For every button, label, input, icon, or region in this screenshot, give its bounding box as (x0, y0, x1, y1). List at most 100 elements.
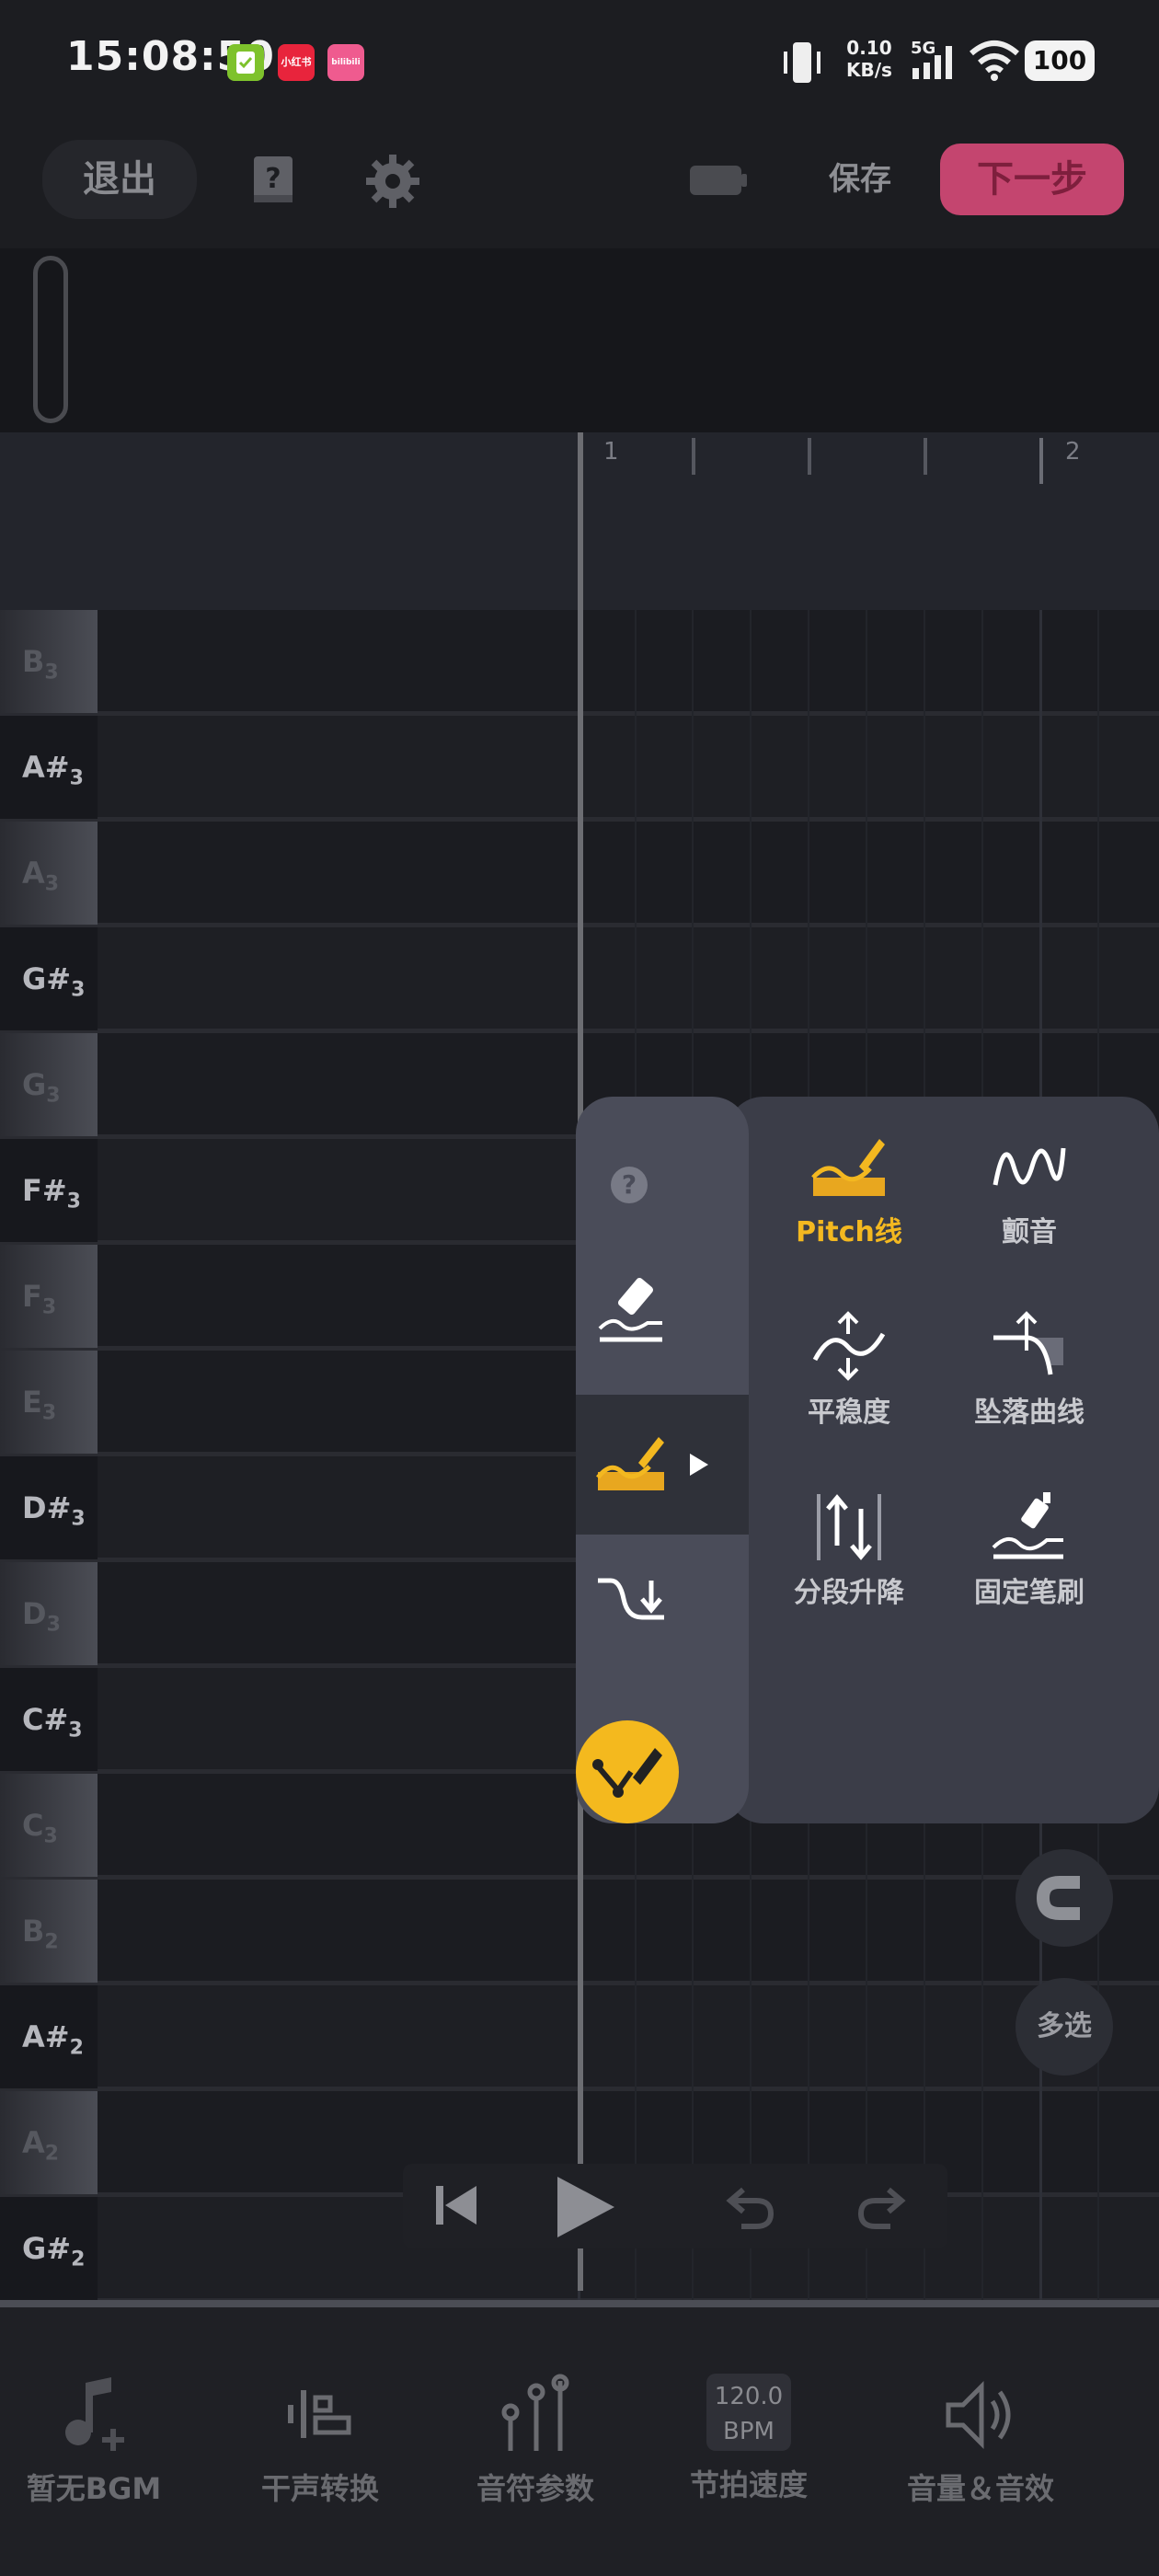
segment-raise-lower-icon (817, 1494, 881, 1560)
fixed-brush-icon (992, 1492, 1063, 1559)
key-octave: 3 (41, 1295, 57, 1319)
signal-label: 5G (911, 39, 935, 58)
piano-key[interactable]: A#3 (0, 716, 98, 819)
piano-key[interactable]: D3 (0, 1562, 98, 1665)
tempo-badge: 120.0 BPM (706, 2374, 791, 2451)
exit-button[interactable]: 退出 (42, 140, 197, 219)
nav-label: 干声转换 (260, 2471, 379, 2506)
overview-scroll-handle[interactable] (33, 256, 68, 423)
ruler-tick (1039, 438, 1043, 484)
key-octave: 3 (44, 661, 59, 684)
svg-text:?: ? (265, 163, 281, 195)
key-octave: 3 (66, 1190, 81, 1213)
piano-key[interactable]: B2 (0, 1880, 98, 1983)
piano-key[interactable]: B3 (0, 610, 98, 713)
key-note: G# (22, 961, 72, 996)
pitch-pen-tool-icon[interactable] (594, 1432, 668, 1496)
key-octave: 3 (68, 1719, 83, 1742)
curve-edit-fab[interactable] (576, 1720, 679, 1823)
tool-label: Pitch线 (796, 1216, 902, 1248)
piano-key[interactable]: A#2 (0, 1985, 98, 2088)
key-note: B (22, 644, 45, 679)
piano-key[interactable]: E3 (0, 1351, 98, 1454)
tool-fixed-brush[interactable]: 固定笔刷 (942, 1490, 1117, 1656)
key-note: C# (22, 1702, 69, 1737)
key-octave: 2 (44, 2142, 60, 2166)
nav-volume-effects[interactable]: 音量＆音效 (889, 2374, 1073, 2508)
settings-gear-icon[interactable] (364, 153, 421, 210)
bilibili-icon: bilibili (327, 44, 364, 81)
tool-label: 颤音 (1002, 1216, 1057, 1248)
ruler-tick (924, 438, 927, 475)
tool-smoothness[interactable]: 平稳度 (762, 1310, 936, 1476)
eraser-tool-icon[interactable] (594, 1271, 668, 1345)
piano-key[interactable]: A2 (0, 2091, 98, 2194)
save-button[interactable]: 保存 (809, 152, 911, 207)
key-note: A# (22, 2019, 70, 2054)
key-note: A# (22, 750, 70, 785)
bar-number: 1 (603, 438, 619, 466)
nav-bgm[interactable]: 暂无BGM (2, 2374, 186, 2508)
curve-drop-tool-icon[interactable] (594, 1571, 668, 1636)
skip-to-start-icon[interactable] (432, 2180, 480, 2230)
snap-magnet-button[interactable] (1016, 1849, 1113, 1947)
network-speed-unit: KB/s (846, 59, 892, 81)
play-icon[interactable] (552, 2173, 618, 2241)
tool-label: 平稳度 (808, 1397, 890, 1429)
nav-label: 暂无BGM (26, 2471, 162, 2506)
nav-label: 音量＆音效 (906, 2471, 1054, 2506)
network-speed-value: 0.10 (846, 37, 892, 59)
piano-key[interactable]: G#3 (0, 927, 98, 1030)
key-octave: 3 (71, 978, 86, 1002)
bar-number: 2 (1065, 438, 1081, 466)
key-octave: 3 (41, 1401, 57, 1425)
speaker-icon (946, 2380, 1011, 2450)
piano-key[interactable]: F#3 (0, 1139, 98, 1242)
key-octave: 3 (43, 1824, 58, 1848)
tool-segment-raise-lower[interactable]: 分段升降 (762, 1490, 936, 1656)
key-note: F# (22, 1173, 67, 1208)
nav-voice-convert[interactable]: 干声转换 (228, 2374, 412, 2508)
editor-bottom-divider (0, 2300, 1159, 2307)
piano-key[interactable]: G#2 (0, 2197, 98, 2300)
key-octave: 3 (44, 872, 60, 896)
piano-key[interactable]: F3 (0, 1245, 98, 1348)
key-note: A (22, 856, 45, 891)
next-step-button[interactable]: 下一步 (940, 144, 1124, 215)
wifi-icon (970, 40, 1019, 81)
tempo-unit: BPM (723, 2418, 775, 2445)
key-note: G# (22, 2231, 72, 2266)
falloff-curve-icon (993, 1311, 1063, 1375)
tempo-value: 120.0 (714, 2383, 784, 2410)
key-octave: 3 (46, 1084, 61, 1108)
network-speed: 0.10 KB/s (846, 37, 892, 81)
piano-key[interactable]: C#3 (0, 1668, 98, 1771)
piano-key[interactable]: D#3 (0, 1456, 98, 1559)
piano-key[interactable]: A3 (0, 822, 98, 925)
smoothness-icon (812, 1311, 886, 1381)
key-note: D (22, 1596, 47, 1631)
undo-icon[interactable] (723, 2182, 776, 2230)
piano-key[interactable]: G3 (0, 1033, 98, 1136)
multi-select-button[interactable]: 多选 (1016, 1978, 1113, 2076)
tool-label: 分段升降 (794, 1577, 904, 1609)
nav-tempo[interactable]: 120.0 BPM 节拍速度 (657, 2374, 841, 2504)
redo-icon[interactable] (855, 2182, 909, 2230)
tool-help-icon[interactable]: ? (611, 1167, 648, 1203)
piano-key[interactable]: C3 (0, 1774, 98, 1877)
track-overview[interactable] (0, 248, 1159, 432)
tool-pitch-line[interactable]: Pitch线 (762, 1130, 936, 1295)
key-octave: 2 (44, 1930, 59, 1954)
tool-falloff-curve[interactable]: 坠落曲线 (942, 1310, 1117, 1476)
help-book-icon[interactable]: ? (248, 153, 300, 208)
expand-arrow-icon[interactable] (688, 1452, 710, 1478)
xiaohongshu-icon: 小红书 (278, 44, 315, 81)
nav-label: 节拍速度 (689, 2467, 808, 2502)
nav-note-params[interactable]: 音符参数 (443, 2374, 627, 2508)
key-note: F (22, 1279, 42, 1314)
magnet-icon (1036, 1876, 1080, 1920)
key-note: A (22, 2125, 45, 2160)
tool-vibrato[interactable]: 颤音 (942, 1130, 1117, 1295)
battery-indicator: 100 (1025, 40, 1095, 81)
tool-label: 坠落曲线 (974, 1397, 1084, 1429)
